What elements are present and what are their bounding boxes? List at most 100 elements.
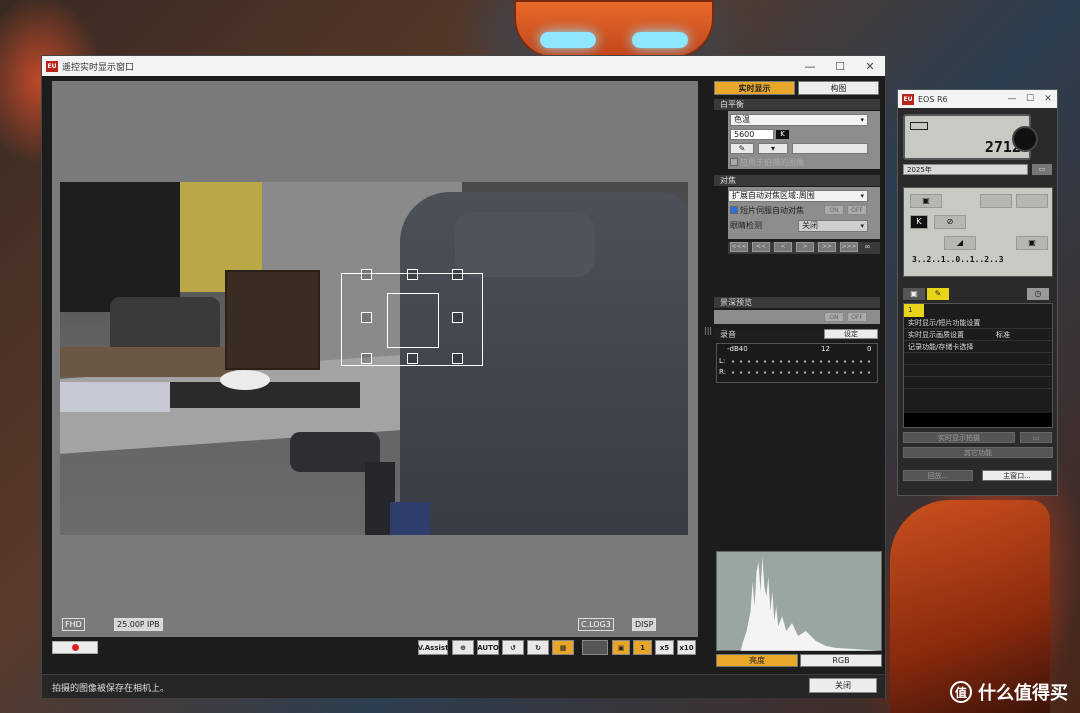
audio-settings-button[interactable]: 设定 xyxy=(824,329,878,339)
lcd-cell[interactable] xyxy=(1016,194,1048,208)
camera-settings-lcd[interactable]: ▣ K ⊘ ◢ ▣ 3..2..1..0..1..2..3 xyxy=(903,187,1053,277)
audio-level-meter: -dB40 12 0 L: R: xyxy=(716,343,878,383)
focus-near-3-button[interactable]: <<< xyxy=(730,242,748,252)
eye-detection-label: 眼睛检测 xyxy=(730,221,762,230)
af-handle[interactable] xyxy=(361,312,372,323)
dof-off-button[interactable]: OFF xyxy=(847,312,867,322)
af-handle[interactable] xyxy=(452,269,463,280)
zoom-fit-button[interactable]: ▣ xyxy=(612,640,630,655)
minimize-button[interactable]: — xyxy=(795,60,825,73)
panel-splitter-handle[interactable]: ||| xyxy=(704,326,712,338)
other-functions-select[interactable]: 其它功能 xyxy=(903,447,1053,458)
focus-far-1-button[interactable]: > xyxy=(796,242,814,252)
minimize-button[interactable]: — xyxy=(1003,94,1021,104)
site-watermark: 值 什么值得买 xyxy=(950,679,1068,705)
af-mode-select[interactable]: 扩展自动对焦区域:周围 ▾ xyxy=(728,190,868,202)
grid-icon[interactable]: ▦ xyxy=(552,640,574,655)
wb-apply-checkbox[interactable] xyxy=(730,158,738,166)
camera-icon[interactable]: ▭ xyxy=(1020,432,1052,443)
exposure-level-scale: 3..2..1..0..1..2..3 xyxy=(912,255,1004,264)
liveview-image[interactable] xyxy=(60,182,688,535)
zoom-5-button[interactable]: x5 xyxy=(655,640,674,655)
movie-servo-af-checkbox[interactable] xyxy=(730,206,738,214)
scene-chair-headrest xyxy=(455,212,595,277)
main-window-button[interactable]: 主窗口... xyxy=(982,470,1052,481)
window-title: 遥控实时显示窗口 xyxy=(62,62,135,73)
af-handle[interactable] xyxy=(452,353,463,364)
focus-nav-bar: <<< << < > >> >>> ∞ xyxy=(728,242,880,254)
focus-far-3-button[interactable]: >>> xyxy=(840,242,858,252)
main-titlebar[interactable]: EU 遥控实时显示窗口 — ☐ ✕ xyxy=(42,56,885,76)
histogram-tab-rgb[interactable]: RGB xyxy=(800,654,882,667)
af-handle[interactable] xyxy=(407,353,418,364)
close-window-button[interactable]: ✕ xyxy=(1039,94,1057,104)
wb-shift-field[interactable] xyxy=(792,143,868,154)
mode-dial-icon[interactable] xyxy=(1012,126,1038,152)
rotate-right-icon[interactable]: ↻ xyxy=(527,640,549,655)
servo-on-button[interactable]: ON xyxy=(824,205,844,215)
calendar-icon[interactable]: ▭ xyxy=(1032,164,1052,175)
eyedropper-icon[interactable]: ✎ xyxy=(730,143,754,154)
close-window-button[interactable]: ✕ xyxy=(855,60,885,73)
eye-detection-select[interactable]: 关闭 ▾ xyxy=(798,220,868,232)
menu-item-record-card[interactable]: 记录功能/存储卡选择 xyxy=(904,341,1052,353)
lcd-cell[interactable] xyxy=(980,194,1012,208)
af-handle[interactable] xyxy=(407,269,418,280)
camera-menu-list: 1 实时显示/短片功能设置 实时显示画质设置 标准 记录功能/存储卡选择 xyxy=(903,303,1053,428)
close-button[interactable]: 关闭 xyxy=(809,678,877,693)
white-balance-box: 色温 ▾ 5600 K ✎ ▾ 应用于拍摄的图像 xyxy=(728,111,880,169)
af-center-point[interactable] xyxy=(387,293,439,348)
vassist-button[interactable]: V.Assist xyxy=(418,640,448,655)
meter-scale-right: 0 xyxy=(867,345,872,353)
liveview-shooting-button[interactable]: 实时显示拍摄 xyxy=(903,432,1015,443)
menu-item-liveview-movie[interactable]: 实时显示/短片功能设置 xyxy=(904,317,1052,329)
maximize-button[interactable]: ☐ xyxy=(825,60,855,73)
auto-button[interactable]: AUTO xyxy=(477,640,499,655)
tab-camera-icon[interactable]: ▣ xyxy=(903,288,925,300)
zoom-10-button[interactable]: x10 xyxy=(677,640,696,655)
tab-clock-icon[interactable]: ◷ xyxy=(1027,288,1049,300)
clog-indicator: C.LOG3 xyxy=(578,618,614,631)
playback-button[interactable]: 回放... xyxy=(903,470,973,481)
date-field[interactable]: 2025年 xyxy=(903,164,1028,175)
remote-liveview-window: EU 遥控实时显示窗口 — ☐ ✕ FHD 25.00P IPB C.LOG3 … xyxy=(41,55,886,698)
eos-utility-app-icon: EU xyxy=(902,93,914,105)
zoom-1-button[interactable]: 1 xyxy=(633,640,652,655)
robot-eye-left xyxy=(540,32,596,48)
tab-composition[interactable]: 构图 xyxy=(798,81,879,95)
focus-near-1-button[interactable]: < xyxy=(774,242,792,252)
scene-chair-base xyxy=(390,502,430,535)
menu-item-label: 实时显示/短片功能设置 xyxy=(908,319,981,327)
wb-shift-dropdown[interactable]: ▾ xyxy=(758,143,788,154)
drive-mode-icon[interactable]: ▣ xyxy=(910,194,942,208)
self-timer-off-icon[interactable]: ⊘ xyxy=(934,215,966,229)
metering-icon[interactable]: ◢ xyxy=(944,236,976,250)
af-handle[interactable] xyxy=(452,312,463,323)
menu-item-liveview-quality[interactable]: 实时显示画质设置 标准 xyxy=(904,329,1052,341)
camera-flash-icon[interactable]: ▣ xyxy=(1016,236,1048,250)
liveview-area[interactable]: FHD 25.00P IPB C.LOG3 DISP xyxy=(52,81,698,637)
wb-kelvin-badge[interactable]: K xyxy=(910,215,928,229)
af-area-frame[interactable] xyxy=(341,269,483,366)
af-target-button[interactable]: ⊕ xyxy=(452,640,474,655)
rotate-left-icon[interactable]: ↺ xyxy=(502,640,524,655)
dof-on-button[interactable]: ON xyxy=(824,312,844,322)
tab-live-view[interactable]: 实时显示 xyxy=(714,81,795,95)
af-handle[interactable] xyxy=(361,269,372,280)
focus-near-2-button[interactable]: << xyxy=(752,242,770,252)
histogram-tab-brightness[interactable]: 亮度 xyxy=(716,654,798,667)
camera-titlebar[interactable]: EU EOS R6 — ☐ ✕ xyxy=(898,90,1057,108)
tab-tools-icon[interactable]: ✎ xyxy=(927,288,949,300)
focus-far-2-button[interactable]: >> xyxy=(818,242,836,252)
kelvin-input[interactable]: 5600 xyxy=(730,129,774,140)
maximize-button[interactable]: ☐ xyxy=(1021,94,1039,104)
af-handle[interactable] xyxy=(361,353,372,364)
codec-indicator: IPB xyxy=(144,618,163,631)
scene-mouse xyxy=(220,370,270,390)
movie-servo-af-label: 短片伺服自动对焦 xyxy=(740,206,804,215)
wb-mode-select[interactable]: 色温 ▾ xyxy=(730,114,868,126)
record-button[interactable] xyxy=(52,641,98,654)
servo-off-button[interactable]: OFF xyxy=(847,205,867,215)
wb-mode-value: 色温 xyxy=(734,115,750,124)
aspect-icon[interactable] xyxy=(582,640,608,655)
